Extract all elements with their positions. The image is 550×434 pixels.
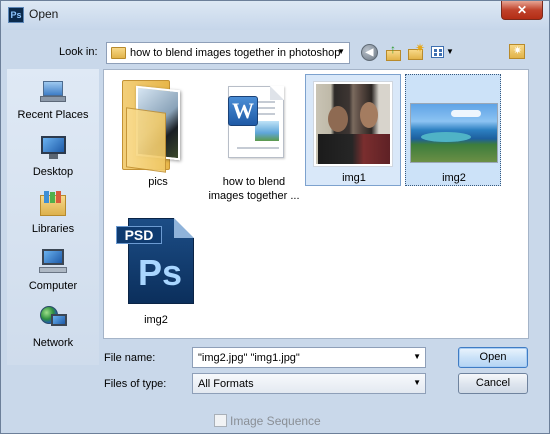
file-name-label: File name: [104, 352, 156, 364]
file-list[interactable]: pics W how to blend images together ... … [103, 69, 529, 339]
chevron-down-icon: ▼ [413, 378, 421, 387]
chevron-down-icon[interactable]: ▼ [413, 352, 421, 361]
file-name-field[interactable]: "img2.jpg" "img1.jpg" ▼ [192, 347, 426, 368]
computer-icon [39, 248, 67, 274]
file-label-line1: how to blend [222, 176, 286, 188]
image-thumbnail [410, 103, 498, 163]
sidebar-item-network[interactable]: Network [7, 301, 99, 357]
image-sequence-label: Image Sequence [230, 414, 321, 428]
file-type-value: All Formats [198, 378, 254, 390]
sidebar-item-desktop[interactable]: Desktop [7, 130, 99, 186]
file-label: img1 [342, 172, 366, 184]
file-name-value: "img2.jpg" "img1.jpg" [198, 352, 300, 364]
folder-icon [122, 80, 188, 173]
chevron-down-icon: ▼ [337, 47, 345, 56]
file-item-document[interactable]: W how to blend images together ... [206, 74, 302, 202]
place-label: Libraries [31, 223, 75, 235]
file-item-psd[interactable]: PSD Ps img2 [108, 214, 204, 332]
places-bar: Recent Places Desktop Libraries Computer… [7, 69, 99, 365]
back-icon[interactable]: ◀ [361, 44, 378, 61]
libraries-icon [39, 191, 67, 217]
new-folder-icon[interactable]: ✷ [407, 41, 425, 62]
look-in-label: Look in: [59, 46, 98, 58]
title-bar: Ps Open ✕ [1, 1, 549, 30]
look-in-value: how to blend images together in photosho… [130, 47, 341, 59]
file-type-label: Files of type: [104, 378, 167, 390]
sidebar-item-computer[interactable]: Computer [7, 244, 99, 300]
file-label-line2: images together ... [208, 190, 300, 202]
file-item-img1[interactable]: img1 [305, 74, 401, 186]
photoshop-app-icon: Ps [8, 7, 24, 23]
file-label: img2 [144, 314, 168, 326]
desktop-icon [39, 134, 67, 160]
file-type-dropdown[interactable]: All Formats ▼ [192, 373, 426, 394]
open-button[interactable]: Open [458, 347, 528, 368]
psd-file-icon: PSD Ps [116, 218, 196, 310]
close-button[interactable]: ✕ [501, 1, 543, 20]
file-label: img2 [442, 172, 466, 184]
view-menu-icon[interactable]: ▼ [431, 44, 454, 62]
file-item-img2[interactable]: img2 [405, 74, 501, 186]
window-title: Open [29, 7, 59, 21]
word-badge: W [228, 96, 258, 126]
file-label: pics [148, 176, 168, 188]
image-thumbnail [313, 81, 393, 167]
sidebar-item-libraries[interactable]: Libraries [7, 187, 99, 243]
file-item-folder[interactable]: pics [110, 74, 206, 192]
cancel-button[interactable]: Cancel [458, 373, 528, 394]
place-label: Desktop [32, 166, 74, 178]
folder-icon [111, 47, 126, 59]
image-sequence-checkbox[interactable] [214, 414, 227, 427]
place-label: Network [32, 337, 74, 349]
open-dialog: Ps Open ✕ Look in: how to blend images t… [0, 0, 550, 434]
network-icon [39, 305, 67, 331]
place-label: Computer [28, 280, 78, 292]
look-in-dropdown[interactable]: how to blend images together in photosho… [106, 42, 350, 64]
sidebar-item-recent-places[interactable]: Recent Places [7, 73, 99, 129]
up-one-level-icon[interactable]: ↑ [385, 42, 403, 62]
recent-places-icon [39, 77, 67, 103]
place-label: Recent Places [17, 109, 89, 121]
favorites-folder-icon[interactable]: ✷ [509, 44, 525, 59]
